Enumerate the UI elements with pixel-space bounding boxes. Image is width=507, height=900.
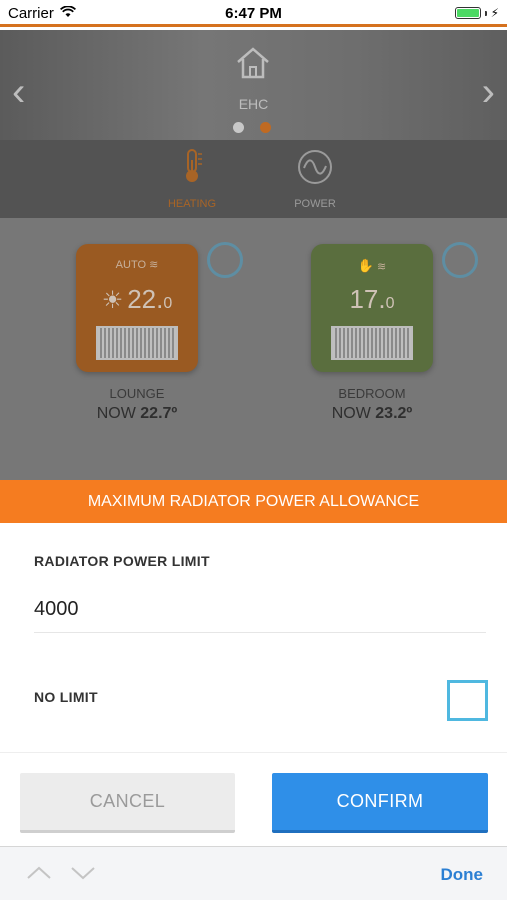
clock: 6:47 PM [225, 5, 282, 22]
setpoint-decimal: 0 [385, 295, 395, 312]
now-value: 22.7º [140, 405, 178, 422]
battery-icon [454, 7, 481, 19]
tab-bar: HEATING POWER [0, 140, 507, 218]
confirm-button[interactable]: CONFIRM [272, 773, 488, 833]
power-wave-icon [296, 148, 334, 191]
heater-grill-icon [96, 326, 178, 360]
setpoint-value: 17. [349, 284, 386, 314]
setpoint: ☀ 22.0 [76, 284, 198, 315]
device-panel: AUTO ≋ ☀ 22.0 LOUNGE NOW 22.7º ✋ ≋ 17.0 … [0, 218, 507, 480]
done-button[interactable]: Done [441, 865, 484, 885]
tab-heating-label: HEATING [167, 198, 217, 210]
wifi-icon: ≋ [149, 259, 159, 271]
device-name: LOUNGE [109, 386, 165, 401]
select-ring[interactable] [442, 242, 478, 278]
modal-body: RADIATOR POWER LIMIT NO LIMIT CANCEL CON… [0, 523, 507, 846]
thermometer-icon [180, 148, 204, 189]
sun-icon: ☀ [101, 287, 124, 314]
thermostat-tile[interactable]: ✋ ≋ 17.0 [311, 244, 433, 372]
current-temperature: NOW 22.7º [52, 405, 222, 423]
hand-icon: ✋ [357, 258, 374, 273]
tab-power[interactable]: POWER [265, 140, 365, 218]
charging-icon: ⚡ [490, 6, 499, 20]
background-app: ‹ › EHC HEATING POWER AUTO ≋ ☀ 22.0 LOUN… [0, 30, 507, 480]
heater-grill-icon [331, 326, 413, 360]
power-limit-label: RADIATOR POWER LIMIT [34, 553, 210, 569]
tile-mode: AUTO ≋ [76, 258, 198, 271]
tile-mode: ✋ ≋ [311, 258, 433, 274]
tab-heating[interactable]: HEATING [142, 140, 242, 218]
mode-label: AUTO [115, 259, 147, 271]
chevron-up-icon[interactable] [25, 859, 53, 892]
wifi-icon: ≋ [377, 261, 387, 273]
device-card-bedroom[interactable]: ✋ ≋ 17.0 BEDROOM NOW 23.2º [287, 242, 478, 423]
now-value: 23.2º [375, 405, 413, 422]
device-card-lounge[interactable]: AUTO ≋ ☀ 22.0 LOUNGE NOW 22.7º [52, 242, 243, 423]
page-dot-active[interactable] [260, 122, 271, 133]
cancel-button[interactable]: CANCEL [20, 773, 235, 833]
thermostat-tile[interactable]: AUTO ≋ ☀ 22.0 [76, 244, 198, 372]
modal-title: MAXIMUM RADIATOR POWER ALLOWANCE [0, 480, 507, 523]
page-indicator [233, 122, 271, 133]
device-name: BEDROOM [338, 386, 406, 401]
status-bar: Carrier 6:47 PM ⚡ [0, 0, 507, 27]
setpoint: 17.0 [311, 284, 433, 315]
no-limit-checkbox[interactable] [447, 680, 488, 721]
page-title: EHC [238, 96, 269, 112]
tab-power-label: POWER [294, 198, 336, 210]
hero-banner: ‹ › EHC [0, 30, 507, 140]
now-prefix: NOW [96, 405, 136, 422]
home-icon [234, 44, 272, 87]
power-limit-input[interactable] [34, 587, 486, 633]
page-dot[interactable] [233, 122, 244, 133]
current-temperature: NOW 23.2º [287, 405, 457, 423]
status-right: ⚡ [454, 6, 499, 20]
battery-tip [484, 10, 487, 16]
chevron-down-icon[interactable] [69, 859, 97, 892]
setpoint-value: 22. [127, 284, 164, 314]
no-limit-label: NO LIMIT [34, 689, 98, 705]
divider [0, 752, 507, 753]
now-prefix: NOW [331, 405, 371, 422]
select-ring[interactable] [207, 242, 243, 278]
keyboard-accessory-bar: Done [0, 846, 507, 900]
setpoint-decimal: 0 [163, 295, 173, 312]
